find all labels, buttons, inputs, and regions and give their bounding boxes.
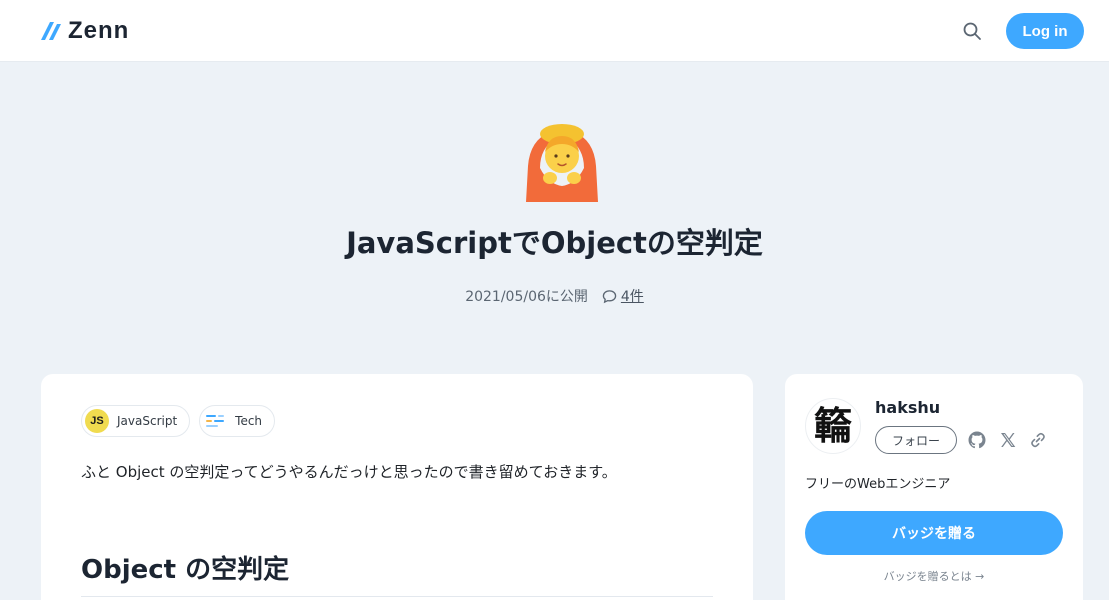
login-button[interactable]: Log in: [1006, 13, 1084, 49]
author-avatar[interactable]: 𥶡: [805, 398, 861, 454]
article-meta: 2021/05/06に公開 4件: [0, 286, 1109, 306]
site-header: Zenn Log in: [0, 0, 1109, 62]
link-icon: [1031, 432, 1045, 448]
published-date: 2021/05/06に公開: [465, 289, 588, 305]
section-heading: Object の空判定: [81, 555, 290, 585]
zenn-logo[interactable]: Zenn: [40, 17, 130, 44]
avatar-glyph: 𥶡: [813, 403, 852, 448]
javascript-icon: JS: [85, 409, 109, 433]
logo-text: Zenn: [68, 17, 130, 44]
comment-link[interactable]: 4件: [602, 286, 644, 306]
tech-icon: [203, 409, 228, 433]
topic-javascript[interactable]: JS JavaScript: [81, 405, 191, 437]
badge-help-link[interactable]: バッジを贈るとは →: [785, 568, 1083, 584]
x-link[interactable]: [997, 429, 1019, 451]
comment-icon: [602, 289, 617, 303]
topic-label: Tech: [235, 414, 263, 428]
topic-label: JavaScript: [117, 414, 178, 428]
author-card: 𥶡 hakshu フォロー フリーのWebエンジニア バッジを贈る バッジを贈る…: [785, 374, 1083, 600]
github-icon: [968, 431, 986, 449]
comment-count[interactable]: 4件: [621, 286, 644, 306]
author-bio: フリーのWebエンジニア: [805, 477, 951, 492]
send-badge-button[interactable]: バッジを贈る: [805, 511, 1063, 555]
article-title: JavaScriptでObjectの空判定: [346, 226, 763, 260]
search-button[interactable]: [960, 19, 984, 43]
heading-divider: [81, 596, 713, 597]
article-body: JS JavaScript Tech ふと Object の空判定ってどうやるん…: [41, 374, 753, 600]
article-intro: ふと Object の空判定ってどうやるんだっけと思ったので書き留めておきます。: [81, 463, 617, 481]
website-link[interactable]: [1027, 429, 1049, 451]
zenn-logo-icon: [41, 22, 61, 40]
search-icon: [963, 22, 981, 40]
x-icon: [1001, 433, 1016, 447]
github-link[interactable]: [966, 429, 988, 451]
person-gesturing-ok-emoji: [526, 124, 598, 202]
topic-list: JS JavaScript Tech: [81, 405, 276, 437]
follow-button[interactable]: フォロー: [875, 426, 957, 454]
topic-tech[interactable]: Tech: [199, 405, 276, 437]
author-name[interactable]: hakshu: [875, 398, 940, 417]
